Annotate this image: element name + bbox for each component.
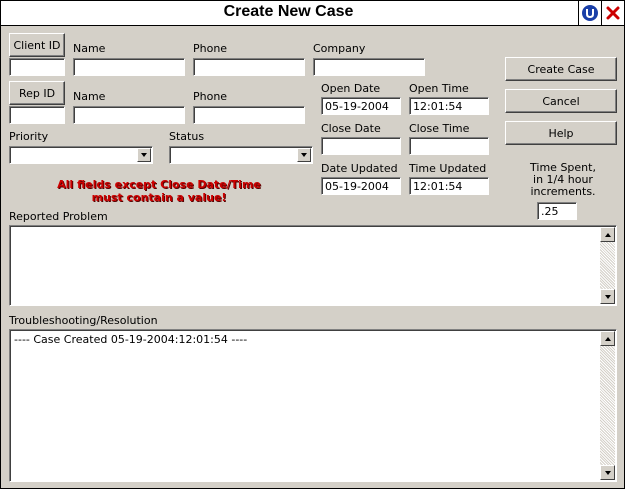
close-button[interactable] <box>601 1 624 25</box>
time-spent-line-3: increments. <box>530 185 596 198</box>
help-button[interactable]: Help <box>505 121 617 145</box>
priority-label: Priority <box>9 130 49 143</box>
company-field[interactable] <box>313 58 425 76</box>
info-icon <box>582 5 598 21</box>
chevron-down-icon <box>301 153 307 157</box>
rep-name-field[interactable] <box>73 106 185 124</box>
close-time-label: Close Time <box>409 122 470 135</box>
resolution-scrollbar[interactable] <box>600 331 615 480</box>
warning-line-1: All fields except Close Date/Time <box>57 178 261 191</box>
client-id-button[interactable]: Client ID <box>9 33 65 57</box>
priority-dropdown-button[interactable] <box>137 148 151 162</box>
create-case-window: Create New Case Client ID Name Phone Com… <box>0 0 625 489</box>
close-date-label: Close Date <box>321 122 381 135</box>
validation-warning: All fields except Close Date/Time must c… <box>41 178 277 204</box>
company-label: Company <box>313 42 366 55</box>
rep-name-label: Name <box>73 90 106 103</box>
scroll-up-button[interactable] <box>600 227 615 242</box>
chevron-up-icon <box>604 336 611 341</box>
client-phone-label: Phone <box>193 42 228 55</box>
chevron-up-icon <box>604 232 611 237</box>
title-bar: Create New Case <box>1 1 624 26</box>
close-icon <box>606 6 620 20</box>
chevron-down-icon <box>141 153 147 157</box>
resolution-textarea[interactable]: ---- Case Created 05-19-2004:12:01:54 --… <box>9 329 617 482</box>
scroll-down-button[interactable] <box>600 465 615 480</box>
scroll-down-button[interactable] <box>600 289 615 304</box>
scroll-up-button[interactable] <box>600 331 615 346</box>
rep-id-field[interactable] <box>9 106 65 124</box>
time-spent-label: Time Spent, in 1/4 hour increments. <box>515 162 611 198</box>
cancel-button[interactable]: Cancel <box>505 89 617 113</box>
reported-problem-scrollbar[interactable] <box>600 227 615 304</box>
rep-id-button[interactable]: Rep ID <box>9 81 65 105</box>
time-updated-label: Time Updated <box>409 162 487 175</box>
open-date-label: Open Date <box>321 82 381 95</box>
open-time-field[interactable]: 12:01:54 <box>409 97 489 115</box>
chevron-down-icon <box>604 470 611 475</box>
client-id-field[interactable] <box>9 58 65 76</box>
priority-select[interactable] <box>9 146 153 164</box>
client-name-label: Name <box>73 42 106 55</box>
rep-phone-field[interactable] <box>193 106 305 124</box>
close-date-field[interactable] <box>321 137 401 155</box>
time-spent-field[interactable]: .25 <box>537 202 577 220</box>
status-label: Status <box>169 130 205 143</box>
rep-phone-label: Phone <box>193 90 228 103</box>
open-time-label: Open Time <box>409 82 469 95</box>
warning-line-2: must contain a value! <box>91 191 227 204</box>
reported-problem-label: Reported Problem <box>9 210 108 223</box>
client-name-field[interactable] <box>73 58 185 76</box>
status-select[interactable] <box>169 146 313 164</box>
date-updated-field[interactable]: 05-19-2004 <box>321 177 401 195</box>
time-updated-field[interactable]: 12:01:54 <box>409 177 489 195</box>
status-dropdown-button[interactable] <box>297 148 311 162</box>
close-time-field[interactable] <box>409 137 489 155</box>
reported-problem-textarea[interactable] <box>9 225 617 306</box>
resolution-label: Troubleshooting/Resolution <box>9 314 158 327</box>
create-case-button[interactable]: Create Case <box>505 57 617 81</box>
resolution-text: ---- Case Created 05-19-2004:12:01:54 --… <box>14 333 248 346</box>
chevron-down-icon <box>604 294 611 299</box>
info-button[interactable] <box>578 1 601 25</box>
date-updated-label: Date Updated <box>321 162 398 175</box>
open-date-field[interactable]: 05-19-2004 <box>321 97 401 115</box>
window-title: Create New Case <box>223 3 354 20</box>
client-phone-field[interactable] <box>193 58 305 76</box>
